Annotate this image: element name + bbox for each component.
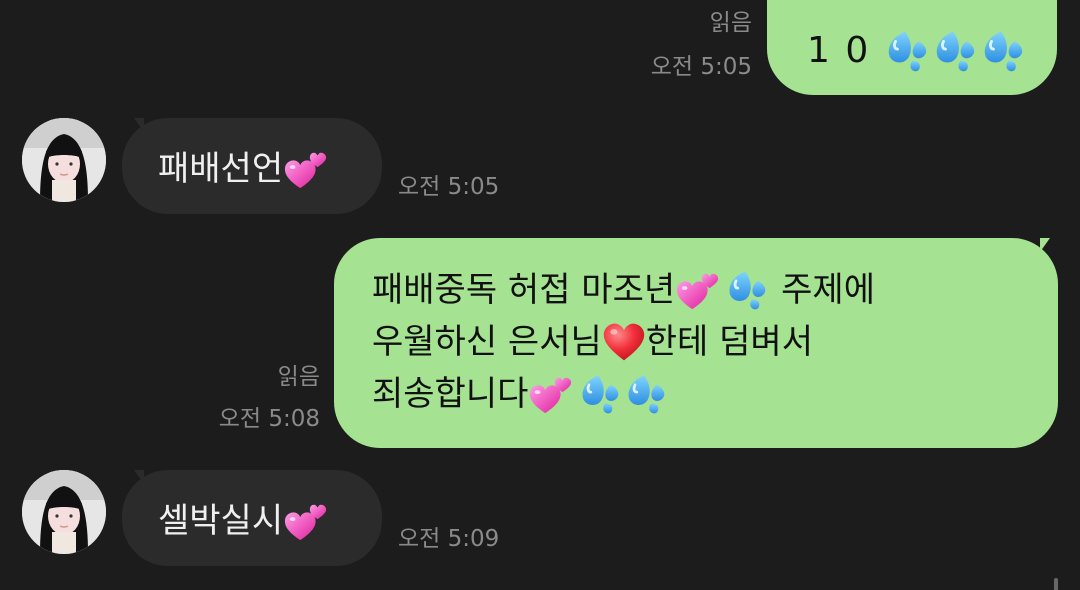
message-line: 주제에 bbox=[781, 270, 875, 310]
message-text: 1 0 bbox=[807, 30, 871, 71]
message-text: 셀박실시 bbox=[158, 501, 284, 541]
two-hearts-icon bbox=[283, 146, 329, 192]
incoming-message-bubble[interactable]: 패배선언 bbox=[122, 118, 382, 214]
two-hearts-icon bbox=[528, 371, 574, 417]
message-time: 오전 5:05 bbox=[398, 174, 500, 200]
two-hearts-icon bbox=[283, 498, 329, 544]
two-hearts-icon bbox=[675, 267, 721, 313]
profile-avatar-icon bbox=[22, 470, 106, 554]
message-time: 오전 5:09 bbox=[398, 526, 500, 552]
read-receipt: 읽음 bbox=[709, 10, 752, 36]
message-text: 패배선언 bbox=[158, 149, 284, 189]
read-receipt: 읽음 bbox=[277, 364, 320, 390]
sweat-droplets-icon bbox=[884, 28, 930, 74]
sweat-droplets-icon bbox=[624, 372, 668, 416]
message-line: 죄송합니다 bbox=[372, 374, 529, 414]
message-line: 우월하신 은서님 bbox=[372, 322, 602, 362]
message-time: 오전 5:05 bbox=[650, 54, 752, 80]
message-time: 오전 5:08 bbox=[218, 406, 320, 432]
message-line: 한테 덤벼서 bbox=[645, 322, 813, 362]
incoming-message-bubble[interactable]: 셀박실시 bbox=[122, 470, 382, 566]
sweat-droplets-icon bbox=[578, 372, 622, 416]
message-line: 패배중독 허접 마조년 bbox=[372, 270, 676, 310]
scrollbar[interactable] bbox=[1054, 578, 1058, 590]
chat-thread: 읽음 오전 5:05 1 0 패배선언 오전 5:05 읽음 오전 5:08 패… bbox=[0, 0, 1080, 590]
avatar[interactable] bbox=[22, 118, 106, 202]
outgoing-message-bubble[interactable]: 1 0 bbox=[767, 0, 1057, 95]
sweat-droplets-icon bbox=[932, 28, 978, 74]
sweat-droplets-icon bbox=[980, 28, 1026, 74]
red-heart-icon bbox=[602, 320, 646, 364]
sweat-droplets-icon bbox=[725, 268, 769, 312]
outgoing-message-bubble[interactable]: 패배중독 허접 마조년 주제에 우월하신 은서님 한테 덤벼서 죄송합니다 bbox=[334, 238, 1058, 448]
avatar[interactable] bbox=[22, 470, 106, 554]
profile-avatar-icon bbox=[22, 118, 106, 202]
